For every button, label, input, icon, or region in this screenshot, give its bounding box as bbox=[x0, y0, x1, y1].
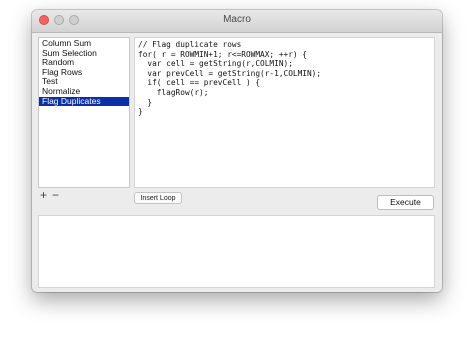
code-line: } bbox=[138, 107, 143, 117]
title-bar[interactable]: Macro bbox=[32, 10, 442, 33]
window-title: Macro bbox=[223, 14, 251, 25]
code-line: var cell = getString(r,COLMIN); bbox=[138, 59, 293, 69]
remove-macro-button[interactable]: − bbox=[52, 189, 59, 201]
macro-list-item[interactable]: Flag Rows bbox=[39, 68, 129, 78]
code-line: } bbox=[138, 97, 153, 107]
output-area[interactable] bbox=[38, 215, 435, 288]
add-macro-button[interactable]: + bbox=[40, 189, 47, 201]
code-line: var prevCell = getString(r-1,COLMIN); bbox=[138, 68, 322, 78]
code-line: if( cell == prevCell ) { bbox=[138, 78, 261, 88]
macro-list-item[interactable]: Test bbox=[39, 77, 129, 87]
code-line: // Flag duplicate rows bbox=[138, 40, 242, 49]
macro-list-item[interactable]: Sum Selection bbox=[39, 49, 129, 59]
macro-list-item-selected[interactable]: Flag Duplicates bbox=[39, 96, 129, 107]
macro-list-item[interactable]: Random bbox=[39, 58, 129, 68]
macro-list-item[interactable]: Normalize bbox=[39, 87, 129, 97]
macro-list-item[interactable]: Column Sum bbox=[39, 39, 129, 49]
code-editor[interactable]: // Flag duplicate rows for( r = ROWMIN+1… bbox=[134, 37, 435, 188]
insert-loop-button[interactable]: Insert Loop bbox=[134, 192, 182, 204]
code-line: for( r = ROWMIN+1; r<=ROWMAX; ++r) { bbox=[138, 49, 307, 59]
macro-window: Macro Column Sum Sum Selection Random Fl… bbox=[32, 10, 442, 292]
code-line: flagRow(r); bbox=[138, 87, 209, 97]
macro-list[interactable]: Column Sum Sum Selection Random Flag Row… bbox=[38, 37, 130, 188]
execute-button[interactable]: Execute bbox=[377, 195, 434, 210]
